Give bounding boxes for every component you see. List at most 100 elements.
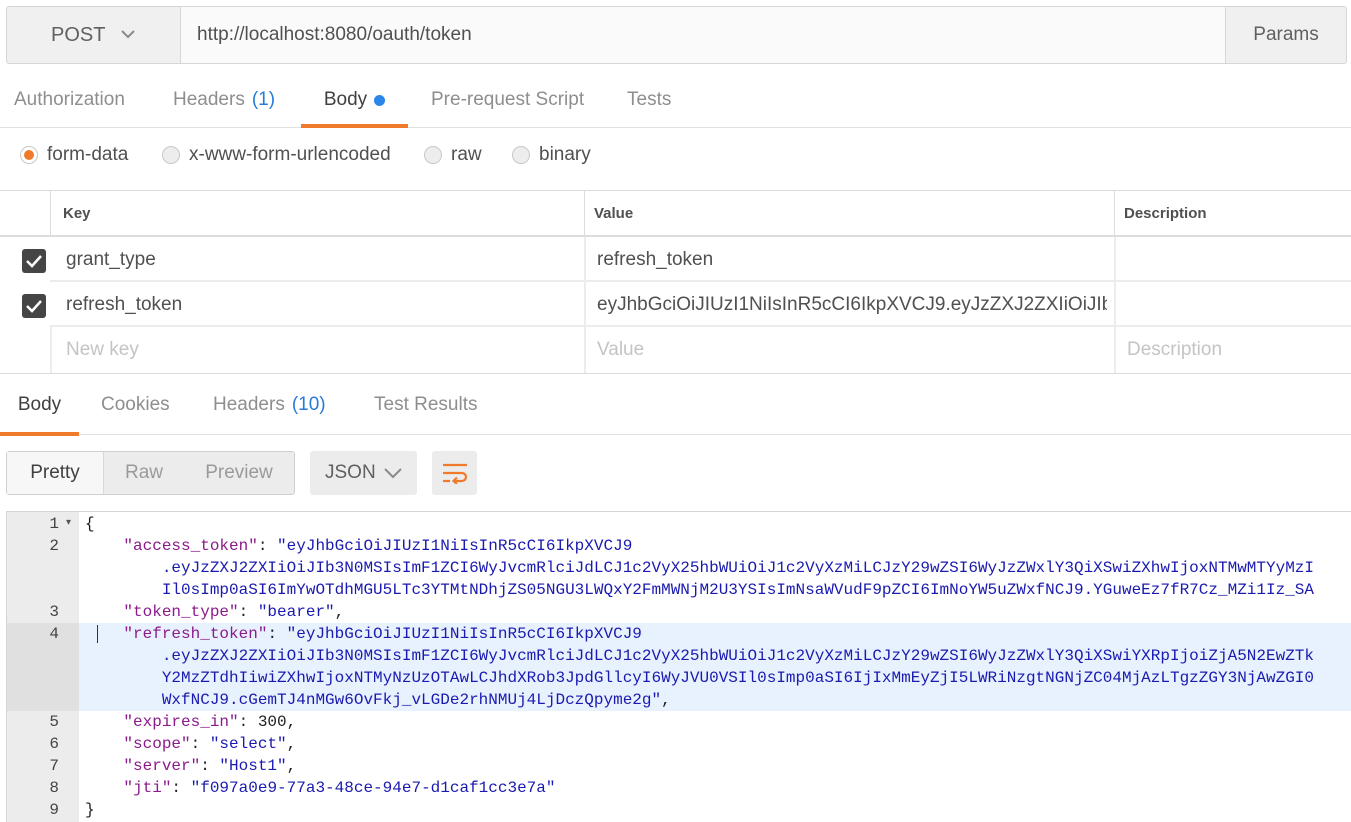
table-row-new: New key Value Description bbox=[0, 327, 1351, 373]
code-line: Y2MzZTdhIiwiZXhwIjoxNTMyNzUzOTAwLCJhdXRo… bbox=[79, 667, 1351, 689]
code-line: 8 "jti": "f097a0e9-77a3-48ce-94e7-d1caf1… bbox=[7, 777, 1351, 799]
params-button[interactable]: Params bbox=[1226, 7, 1346, 63]
tab-authorization[interactable]: Authorization bbox=[14, 72, 125, 128]
wrap-lines-button[interactable] bbox=[432, 451, 477, 495]
tab-tests[interactable]: Tests bbox=[627, 72, 671, 128]
divider bbox=[584, 282, 586, 327]
new-description-input[interactable]: Description bbox=[1127, 327, 1347, 373]
table-header: Key Value Description bbox=[0, 190, 1351, 237]
code-line: 4 "refresh_token": "eyJhbGciOiJIUzI1NiIs… bbox=[49, 623, 1351, 645]
row-checkbox[interactable] bbox=[22, 249, 46, 273]
checkmark-icon bbox=[26, 300, 42, 313]
code-text: Il0sImp0aSI6ImYwOTdhMGU5LTc3YTMtNDhjZS05… bbox=[85, 581, 1314, 599]
table-row: grant_type refresh_token bbox=[0, 237, 1351, 282]
radio-binary[interactable]: binary bbox=[512, 130, 591, 180]
column-header-value: Value bbox=[594, 204, 634, 222]
modified-dot-icon bbox=[374, 94, 386, 106]
code-line: 7 "server": "Host1", bbox=[7, 755, 1351, 777]
line-number: 2 bbox=[49, 537, 59, 555]
view-raw-button[interactable]: Raw bbox=[104, 452, 184, 494]
code-line: WxfNCJ9.cGemTJ4nMGw6OvFkj_vLGDe2rhNMUj4L… bbox=[79, 689, 1351, 711]
radio-urlencoded[interactable]: x-www-form-urlencoded bbox=[162, 130, 391, 180]
row-checkbox[interactable] bbox=[22, 294, 46, 318]
url-input[interactable]: http://localhost:8080/oauth/token bbox=[181, 7, 1226, 63]
tab-label: Body bbox=[323, 89, 368, 110]
tab-cookies[interactable]: Cookies bbox=[101, 374, 170, 436]
code-line: 5 "expires_in": 300, bbox=[7, 711, 1351, 733]
code-line: 6 "scope": "select", bbox=[7, 733, 1351, 755]
fold-toggle-icon[interactable]: ▾ bbox=[66, 513, 71, 535]
tab-label: Authorization bbox=[14, 89, 125, 110]
divider bbox=[1114, 237, 1116, 282]
code-text: .eyJzZXJ2ZXIiOiJIb3N0MSIsImF1ZCI6WyJvcmR… bbox=[85, 647, 1314, 665]
tab-test-results[interactable]: Test Results bbox=[374, 374, 477, 436]
code-line: 1 ▾ { bbox=[7, 513, 1351, 535]
divider bbox=[1114, 327, 1116, 373]
new-key-input[interactable]: New key bbox=[66, 327, 576, 373]
line-number: 4 bbox=[49, 625, 59, 643]
code-text: "access_token": "eyJhbGciOiJIUzI1NiIsInR… bbox=[123, 537, 633, 555]
response-body-viewer[interactable]: 1 ▾ { 2 "access_token": "eyJhbGciOiJIUzI1Ni… bbox=[6, 511, 1351, 822]
method-label: POST bbox=[51, 23, 106, 46]
divider bbox=[1114, 282, 1116, 327]
body-type-selector: form-data x-www-form-urlencoded raw bina… bbox=[0, 130, 1351, 190]
method-select[interactable]: POST bbox=[7, 7, 181, 63]
format-select[interactable]: JSON bbox=[310, 451, 417, 495]
headers-count: (10) bbox=[291, 394, 326, 415]
radio-label: x-www-form-urlencoded bbox=[189, 144, 391, 165]
code-text: } bbox=[85, 801, 95, 819]
radio-label: raw bbox=[451, 144, 482, 165]
radio-icon bbox=[424, 146, 442, 164]
url-text: http://localhost:8080/oauth/token bbox=[197, 24, 472, 45]
line-number: 5 bbox=[49, 713, 59, 731]
code-text: "scope": "select", bbox=[123, 735, 297, 753]
format-label: JSON bbox=[325, 462, 376, 483]
headers-count: (1) bbox=[251, 89, 276, 110]
table-row: refresh_token eyJhbGciOiJIUzI1NiIsInR5cC… bbox=[0, 282, 1351, 327]
code-line: .eyJzZXJ2ZXIiOiJIb3N0MSIsImF1ZCI6WyJvcmR… bbox=[79, 645, 1351, 667]
code-text: WxfNCJ9.cGemTJ4nMGw6OvFkj_vLGDe2rhNMUj4L… bbox=[85, 691, 671, 709]
column-header-key: Key bbox=[63, 204, 91, 222]
divider bbox=[584, 327, 586, 373]
value-cell[interactable]: eyJhbGciOiJIUzI1NiIsInR5cCI6IkpXVCJ9.eyJ… bbox=[597, 282, 1107, 327]
tab-label: Pre-request Script bbox=[431, 89, 585, 110]
tab-response-body[interactable]: Body bbox=[0, 374, 79, 436]
tab-label: Body bbox=[17, 394, 62, 415]
tab-label: Headers bbox=[213, 394, 285, 415]
key-cell[interactable]: refresh_token bbox=[66, 282, 576, 327]
new-value-input[interactable]: Value bbox=[597, 327, 1107, 373]
code-text: "token_type": "bearer", bbox=[123, 603, 345, 621]
response-tabs: Body Cookies Headers (10) Test Results bbox=[0, 373, 1351, 436]
key-cell[interactable]: grant_type bbox=[66, 237, 576, 282]
view-pretty-button[interactable]: Pretty bbox=[7, 452, 104, 494]
line-number: 9 bbox=[49, 801, 59, 819]
view-mode-selector: Pretty Raw Preview bbox=[6, 451, 295, 495]
tab-headers[interactable]: Headers (1) bbox=[173, 72, 275, 128]
radio-form-data[interactable]: form-data bbox=[20, 130, 128, 180]
code-line: .eyJzZXJ2ZXIiOiJIb3N0MSIsImF1ZCI6WyJvcmR… bbox=[7, 557, 1351, 579]
code-text: "server": "Host1", bbox=[123, 757, 297, 775]
value-cell[interactable]: refresh_token bbox=[597, 237, 1107, 282]
radio-label: binary bbox=[539, 144, 591, 165]
active-tab-indicator bbox=[0, 432, 79, 436]
chevron-down-icon bbox=[384, 468, 402, 479]
view-preview-button[interactable]: Preview bbox=[184, 452, 294, 494]
radio-label: form-data bbox=[47, 144, 129, 165]
checkmark-icon bbox=[26, 255, 42, 268]
divider bbox=[50, 327, 52, 373]
line-number: 7 bbox=[49, 757, 59, 775]
code-text: "expires_in": 300, bbox=[123, 713, 297, 731]
divider bbox=[584, 191, 585, 235]
description-cell[interactable] bbox=[1127, 282, 1347, 327]
divider bbox=[50, 191, 51, 235]
tab-body[interactable]: Body bbox=[301, 72, 408, 128]
tab-pre-request-script[interactable]: Pre-request Script bbox=[431, 72, 584, 128]
line-number: 3 bbox=[49, 603, 59, 621]
radio-raw[interactable]: raw bbox=[424, 130, 482, 180]
code-text: Y2MzZTdhIiwiZXhwIjoxNTMyNzUzOTAwLCJhdXRo… bbox=[85, 669, 1314, 687]
description-cell[interactable] bbox=[1127, 237, 1347, 282]
tab-response-headers[interactable]: Headers (10) bbox=[213, 374, 326, 436]
tab-label: Cookies bbox=[101, 394, 170, 415]
code-text: "jti": "f097a0e9-77a3-48ce-94e7-d1caf1cc… bbox=[123, 779, 556, 797]
column-header-description: Description bbox=[1124, 204, 1207, 222]
